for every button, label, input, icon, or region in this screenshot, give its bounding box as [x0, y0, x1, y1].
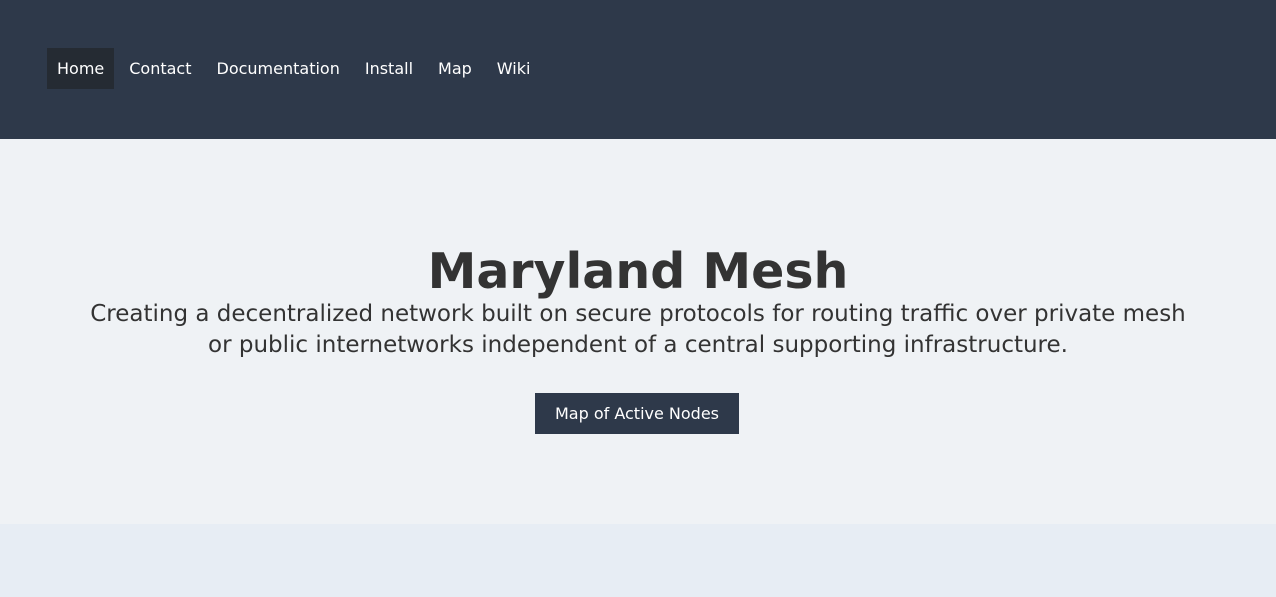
content-area [0, 524, 1276, 597]
site-header: Home Contact Documentation Install Map W… [0, 0, 1276, 139]
hero-subtitle: Creating a decentralized network built o… [90, 301, 1186, 358]
hero-title: Maryland Mesh [427, 243, 849, 300]
nav-item-documentation[interactable]: Documentation [207, 48, 350, 89]
nav-item-contact[interactable]: Contact [119, 48, 201, 89]
map-of-active-nodes-button[interactable]: Map of Active Nodes [535, 393, 739, 434]
nav-item-home[interactable]: Home [47, 48, 115, 89]
nav-item-wiki[interactable]: Wiki [487, 48, 541, 89]
main-nav: Home Contact Documentation Install Map W… [47, 48, 545, 89]
hero-section: Maryland Mesh Creating a decentralized n… [0, 139, 1276, 524]
nav-item-install[interactable]: Install [355, 48, 423, 89]
nav-item-map[interactable]: Map [428, 48, 482, 89]
